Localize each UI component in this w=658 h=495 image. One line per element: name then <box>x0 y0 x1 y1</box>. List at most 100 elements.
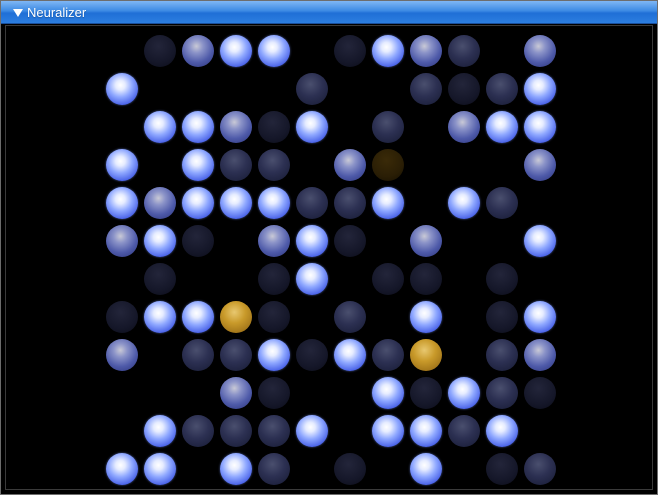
neuron-node[interactable] <box>410 73 442 105</box>
neuron-node[interactable] <box>258 263 290 295</box>
neuron-node[interactable] <box>144 263 176 295</box>
neuron-node[interactable] <box>410 377 442 409</box>
neuron-node[interactable] <box>182 225 214 257</box>
neuron-node[interactable] <box>296 111 328 143</box>
neuron-node[interactable] <box>296 187 328 219</box>
neuron-node[interactable] <box>144 415 176 447</box>
neuron-node[interactable] <box>182 415 214 447</box>
neuron-node[interactable] <box>372 111 404 143</box>
neuron-node[interactable] <box>144 225 176 257</box>
neuron-node[interactable] <box>258 339 290 371</box>
neuron-node[interactable] <box>296 263 328 295</box>
neuron-node[interactable] <box>182 149 214 181</box>
neuron-node[interactable] <box>524 149 556 181</box>
neuron-node[interactable] <box>372 149 404 181</box>
neuron-node[interactable] <box>524 225 556 257</box>
neuron-node[interactable] <box>144 111 176 143</box>
neuron-node[interactable] <box>486 377 518 409</box>
neuron-node[interactable] <box>410 35 442 67</box>
neuron-node[interactable] <box>220 149 252 181</box>
neuron-node[interactable] <box>106 339 138 371</box>
neuron-node[interactable] <box>486 339 518 371</box>
neuron-node[interactable] <box>182 339 214 371</box>
neuron-node[interactable] <box>182 301 214 333</box>
neuron-node[interactable] <box>220 187 252 219</box>
neuron-node[interactable] <box>372 415 404 447</box>
neuron-node[interactable] <box>296 73 328 105</box>
neuron-node[interactable] <box>448 73 480 105</box>
neuron-node[interactable] <box>410 225 442 257</box>
disclosure-triangle-icon[interactable] <box>13 9 23 17</box>
neuron-node[interactable] <box>106 225 138 257</box>
neuron-node[interactable] <box>372 377 404 409</box>
neuron-node[interactable] <box>144 301 176 333</box>
neuron-node[interactable] <box>106 73 138 105</box>
neuron-node[interactable] <box>182 35 214 67</box>
neuron-node[interactable] <box>106 149 138 181</box>
neuron-node[interactable] <box>220 35 252 67</box>
neuron-node[interactable] <box>258 301 290 333</box>
neuron-node[interactable] <box>372 263 404 295</box>
neuron-node[interactable] <box>144 187 176 219</box>
neuron-node[interactable] <box>486 453 518 485</box>
neuron-node[interactable] <box>296 339 328 371</box>
neuron-node[interactable] <box>296 415 328 447</box>
neuron-node[interactable] <box>486 415 518 447</box>
neuron-node[interactable] <box>258 377 290 409</box>
neuron-node[interactable] <box>524 339 556 371</box>
neuron-node[interactable] <box>258 149 290 181</box>
neuron-node[interactable] <box>486 73 518 105</box>
neuron-node[interactable] <box>448 35 480 67</box>
neuron-node[interactable] <box>410 339 442 371</box>
neuron-node[interactable] <box>334 339 366 371</box>
neuron-node[interactable] <box>524 73 556 105</box>
neuron-node[interactable] <box>106 301 138 333</box>
neuron-node[interactable] <box>448 111 480 143</box>
neuron-node[interactable] <box>258 225 290 257</box>
neuron-node[interactable] <box>258 35 290 67</box>
neuron-node[interactable] <box>410 263 442 295</box>
neuron-node[interactable] <box>106 453 138 485</box>
neuron-node[interactable] <box>410 453 442 485</box>
neuron-node[interactable] <box>182 187 214 219</box>
neuron-node[interactable] <box>220 339 252 371</box>
neuron-node[interactable] <box>372 35 404 67</box>
neuron-node[interactable] <box>182 111 214 143</box>
neuron-node[interactable] <box>258 187 290 219</box>
neuron-node[interactable] <box>258 415 290 447</box>
neuron-node[interactable] <box>220 415 252 447</box>
neuron-node[interactable] <box>144 453 176 485</box>
neuron-node[interactable] <box>524 301 556 333</box>
neuron-node[interactable] <box>448 377 480 409</box>
neuron-node[interactable] <box>486 187 518 219</box>
neuron-node[interactable] <box>524 377 556 409</box>
neuron-node[interactable] <box>334 225 366 257</box>
title-bar[interactable]: Neuralizer <box>1 1 657 24</box>
neuron-node[interactable] <box>524 35 556 67</box>
neuron-node[interactable] <box>410 301 442 333</box>
neuron-node[interactable] <box>334 453 366 485</box>
neuron-node[interactable] <box>220 453 252 485</box>
neuron-node[interactable] <box>220 301 252 333</box>
neuron-node[interactable] <box>296 225 328 257</box>
neuron-node[interactable] <box>220 111 252 143</box>
neuron-node[interactable] <box>334 187 366 219</box>
neuron-node[interactable] <box>486 301 518 333</box>
neuron-node[interactable] <box>448 187 480 219</box>
neuron-node[interactable] <box>258 111 290 143</box>
neuron-node[interactable] <box>220 377 252 409</box>
neuron-node[interactable] <box>486 263 518 295</box>
neuron-node[interactable] <box>524 453 556 485</box>
neuron-node[interactable] <box>486 111 518 143</box>
neuron-node[interactable] <box>372 339 404 371</box>
neuron-node[interactable] <box>334 149 366 181</box>
neuron-node[interactable] <box>106 187 138 219</box>
neuron-node[interactable] <box>372 187 404 219</box>
neuron-node[interactable] <box>144 35 176 67</box>
neuron-node[interactable] <box>410 415 442 447</box>
neuron-node[interactable] <box>334 301 366 333</box>
neuron-node[interactable] <box>258 453 290 485</box>
neuron-node[interactable] <box>448 415 480 447</box>
neuron-node[interactable] <box>334 35 366 67</box>
neuron-node[interactable] <box>524 111 556 143</box>
